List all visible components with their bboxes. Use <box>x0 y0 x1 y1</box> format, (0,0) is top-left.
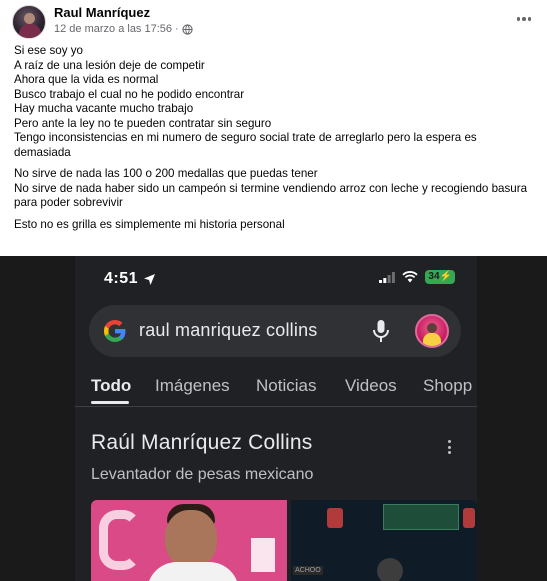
avatar-head <box>24 13 35 24</box>
tab-noticias[interactable]: Noticias <box>256 376 316 396</box>
post-line: Esto no es grilla es simplemente mi hist… <box>14 217 285 231</box>
author-avatar[interactable] <box>12 5 46 39</box>
battery-icon: 34⚡ <box>425 270 455 284</box>
post-paragraph-2: No sirve de nada las 100 o 200 medallas … <box>14 167 534 211</box>
post-line: No sirve de nada haber sido un campeón s… <box>14 181 528 210</box>
scoreboard <box>383 504 459 530</box>
image-tag: ACHOO <box>293 566 323 575</box>
wifi-icon <box>402 271 419 283</box>
battery-level: 34 <box>428 271 440 282</box>
knowledge-panel-title[interactable]: Raúl Manríquez Collins <box>91 431 313 455</box>
tab-todo[interactable]: Todo <box>91 376 131 396</box>
knowledge-panel-image-portrait[interactable] <box>91 500 287 581</box>
globe-icon <box>182 23 193 35</box>
post-line: Tengo inconsistencias en mi numero de se… <box>14 131 477 159</box>
search-input[interactable]: raul manriquez collins <box>139 320 317 341</box>
active-tab-indicator <box>91 401 129 404</box>
status-icons: 34⚡ <box>379 270 455 284</box>
post-line: Pero ante la ley no te pueden contratar … <box>14 116 272 130</box>
post-text: Si ese soy yo A raíz de una lesión deje d… <box>14 44 534 232</box>
more-vert-icon[interactable] <box>443 437 455 457</box>
avatar-body <box>19 24 41 38</box>
account-avatar[interactable] <box>415 314 449 348</box>
post-image[interactable]: 4:51 34⚡ raul manriquez collins Todo Imá… <box>0 256 547 581</box>
meta-separator: · <box>175 23 179 35</box>
google-logo-icon <box>104 320 126 342</box>
knowledge-panel-subtitle: Levantador de pesas mexicano <box>91 466 314 483</box>
post-line: Busco trabajo el cual no he podido encon… <box>14 87 245 101</box>
microphone-icon[interactable] <box>371 319 391 343</box>
post-line: Ahora que la vida es normal <box>14 73 159 86</box>
post-header: Raul Manríquez 12 de marzo a las 17:56 · <box>0 0 547 40</box>
author-name[interactable]: Raul Manríquez <box>54 5 150 20</box>
tabs-divider <box>75 406 477 407</box>
phone-screenshot: 4:51 34⚡ raul manriquez collins Todo Imá… <box>75 256 477 581</box>
search-tabs: Todo Imágenes Noticias Videos Shopp <box>75 376 477 406</box>
signal-icon <box>379 271 396 283</box>
knowledge-panel-image-competition[interactable]: ACHOO <box>291 500 477 581</box>
search-bar[interactable]: raul manriquez collins <box>89 305 461 357</box>
post-paragraph-1: Si ese soy yo A raíz de una lesión deje d… <box>14 44 534 160</box>
post-line: No sirve de nada las 100 o 200 medallas … <box>14 167 318 180</box>
post-line: Hay mucha vacante mucho trabajo <box>14 102 194 115</box>
tab-shopping[interactable]: Shopp <box>423 376 472 396</box>
tab-imagenes[interactable]: Imágenes <box>155 376 230 396</box>
status-bar-time: 4:51 <box>104 270 156 288</box>
post-meta: 12 de marzo a las 17:56 · <box>54 23 193 35</box>
post-line: Si ese soy yo <box>14 44 83 57</box>
post-paragraph-3: Esto no es grilla es simplemente mi hist… <box>14 218 534 233</box>
tab-videos[interactable]: Videos <box>345 376 397 396</box>
more-options-icon[interactable] <box>513 10 535 28</box>
location-arrow-icon <box>144 273 156 285</box>
post-line: A raíz de una lesión deje de competir <box>14 58 205 72</box>
status-time-text: 4:51 <box>104 270 139 287</box>
post-timestamp[interactable]: 12 de marzo a las 17:56 <box>54 23 172 35</box>
